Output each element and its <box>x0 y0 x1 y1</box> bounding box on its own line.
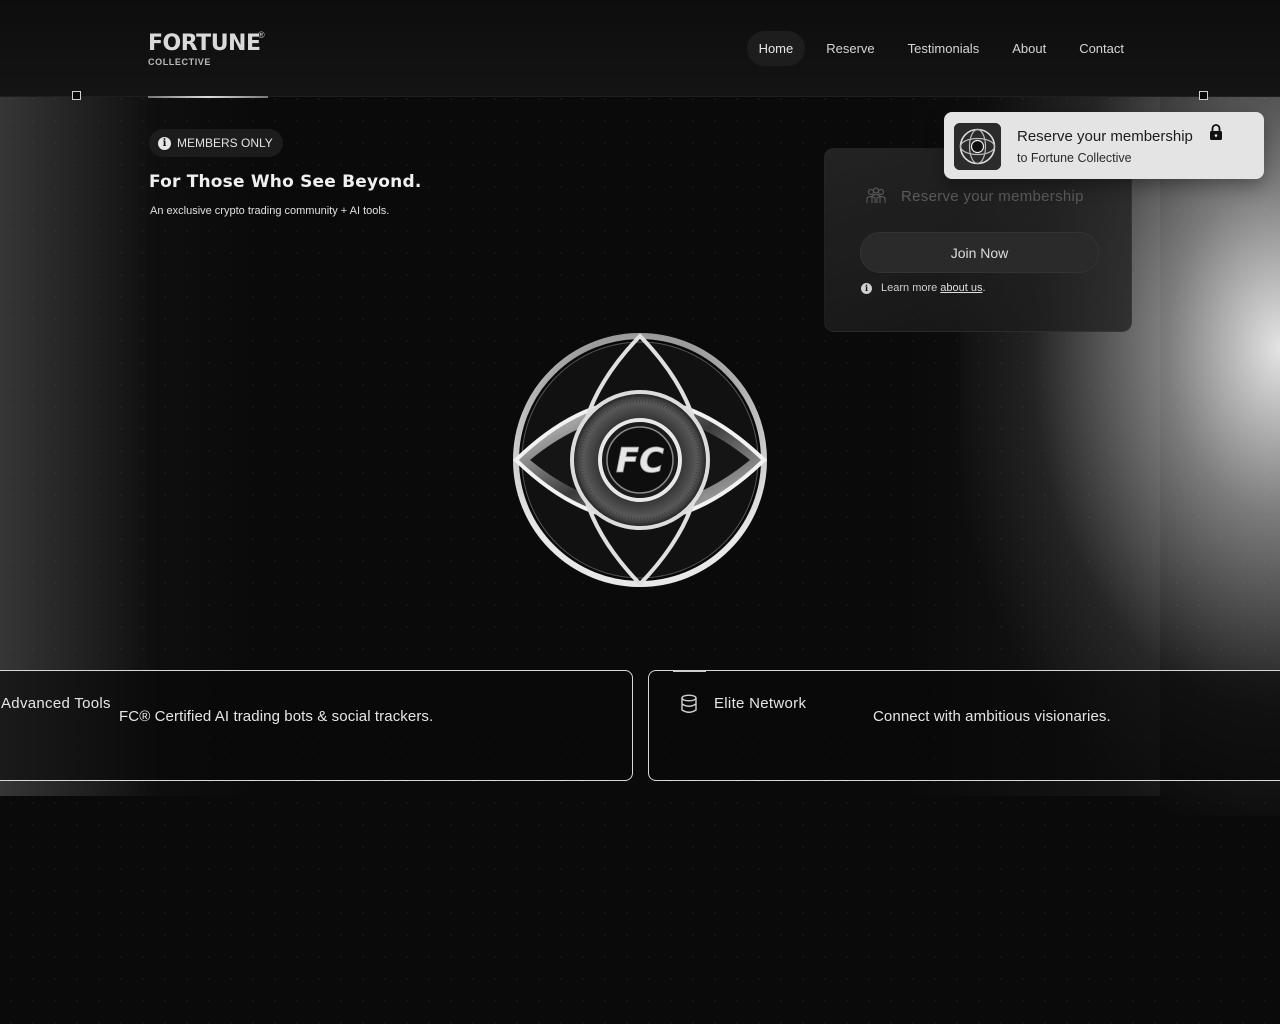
learn-more-suffix: . <box>982 282 986 294</box>
brand-logo[interactable]: FORTUNE ® COLLECTIVE <box>148 30 265 67</box>
reserve-input-placeholder: Reserve your membership <box>901 187 1084 205</box>
reserve-input[interactable]: Reserve your membership <box>865 187 1084 205</box>
feature-card-advanced-tools[interactable]: Advanced Tools FC® Certified AI trading … <box>0 670 633 781</box>
join-now-button[interactable]: Join Now <box>860 232 1099 273</box>
fortune-eye-emblem: FC <box>513 333 767 587</box>
members-only-badge: i MEMBERS ONLY <box>149 129 283 157</box>
feature-card-elite-network[interactable]: Elite Network Connect with ambitious vis… <box>648 670 1280 781</box>
toast-emblem-icon <box>954 123 1001 170</box>
hero-title: For Those Who See Beyond. <box>149 172 422 192</box>
learn-more-row: i Learn more about us. <box>861 282 986 294</box>
feature-description: Connect with ambitious visionaries. <box>873 708 1111 725</box>
feature-title: Elite Network <box>714 695 807 712</box>
toast-title: Reserve your membership <box>1017 128 1193 145</box>
learn-more-prefix: Learn more <box>881 282 938 294</box>
corner-marker-left <box>72 91 81 100</box>
badge-label: MEMBERS ONLY <box>177 136 273 150</box>
nav-about[interactable]: About <box>1000 31 1058 66</box>
database-icon <box>681 694 697 713</box>
info-icon: i <box>158 136 171 150</box>
brand-subtitle: COLLECTIVE <box>148 57 212 67</box>
nav-testimonials[interactable]: Testimonials <box>896 31 992 66</box>
brand-name: FORTUNE <box>148 31 261 56</box>
feature-title: Advanced Tools <box>1 695 111 712</box>
site-header: FORTUNE ® COLLECTIVE Home Reserve Testim… <box>0 0 1280 97</box>
main-nav: Home Reserve Testimonials About Contact <box>738 31 1136 66</box>
nav-contact[interactable]: Contact <box>1067 31 1136 66</box>
feature-description: FC® Certified AI trading bots & social t… <box>119 708 434 725</box>
corner-marker-right <box>1199 91 1208 100</box>
toast-subtitle: to Fortune Collective <box>1017 151 1132 165</box>
info-icon: i <box>861 282 872 294</box>
lock-icon <box>1210 124 1222 140</box>
brand-registered-mark: ® <box>258 30 265 40</box>
people-icon <box>866 187 886 203</box>
nav-reserve[interactable]: Reserve <box>814 31 886 66</box>
hero-subtitle: An exclusive crypto trading community + … <box>150 205 390 217</box>
about-us-link[interactable]: about us <box>940 282 982 294</box>
logo-underline <box>148 96 268 98</box>
nav-home[interactable]: Home <box>746 31 806 66</box>
card-accent-bar <box>673 670 706 672</box>
emblem-monogram: FC <box>616 441 664 481</box>
reserve-toast[interactable]: Reserve your membership to Fortune Colle… <box>944 112 1264 179</box>
